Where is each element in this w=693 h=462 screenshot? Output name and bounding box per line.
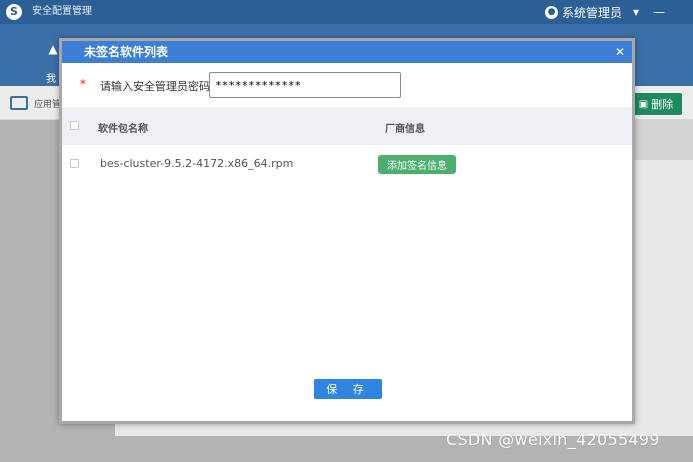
- column-header-package-name: 软件包名称: [98, 124, 148, 135]
- package-name-cell: bes-cluster-9.5.2-4172.x86_64.rpm: [100, 157, 294, 170]
- nav-item-label[interactable]: 我: [46, 70, 56, 85]
- required-mark: *: [80, 77, 86, 91]
- app-titlebar: S 安全配置管理 ● 系统管理员 ▾ —: [0, 0, 693, 24]
- monitor-icon: [10, 96, 28, 110]
- dropdown-menu-icon[interactable]: ▾: [627, 3, 645, 21]
- app-logo-icon: S: [6, 4, 22, 20]
- user-menu[interactable]: ● 系统管理员: [545, 3, 622, 21]
- trash-icon: ▣: [638, 98, 649, 110]
- toolbar-label[interactable]: 应用管: [34, 97, 61, 110]
- user-name: 系统管理员: [562, 5, 623, 20]
- add-signature-button[interactable]: 添加签名信息: [378, 155, 456, 174]
- table-header: 软件包名称 厂商信息: [62, 107, 632, 145]
- dialog-title: 未签名软件列表: [84, 45, 169, 59]
- app-title: 安全配置管理: [32, 6, 92, 17]
- row-checkbox[interactable]: [70, 159, 79, 168]
- minimize-icon[interactable]: —: [650, 3, 668, 21]
- select-all-checkbox[interactable]: [70, 121, 79, 130]
- delete-label: 删除: [651, 98, 674, 111]
- close-icon[interactable]: ✕: [612, 44, 628, 60]
- password-row: * 请输入安全管理员密码:: [62, 71, 632, 99]
- nav-up-icon[interactable]: ▲: [46, 42, 60, 56]
- user-icon: ●: [545, 5, 558, 19]
- unsigned-software-dialog: 未签名软件列表 ✕ * 请输入安全管理员密码: 软件包名称 厂商信息 bes-c…: [59, 38, 635, 424]
- delete-button[interactable]: ▣ 删除: [630, 93, 682, 115]
- column-header-vendor-info: 厂商信息: [385, 124, 425, 135]
- table-row: bes-cluster-9.5.2-4172.x86_64.rpm 添加签名信息: [62, 145, 632, 183]
- dialog-header: 未签名软件列表 ✕: [62, 41, 632, 63]
- password-input[interactable]: [209, 72, 401, 98]
- save-button[interactable]: 保 存: [314, 379, 382, 399]
- watermark-text: CSDN @weixin_42055499: [446, 430, 660, 449]
- password-label: 请输入安全管理员密码:: [100, 80, 214, 93]
